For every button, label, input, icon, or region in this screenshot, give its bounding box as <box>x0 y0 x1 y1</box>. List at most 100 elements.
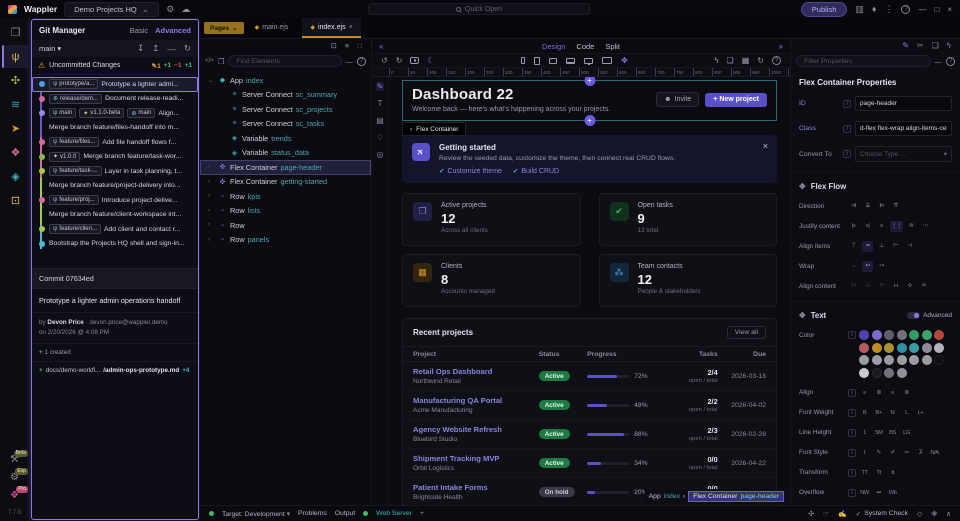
color-swatch[interactable] <box>859 330 869 340</box>
device-tablet-portrait-icon[interactable] <box>534 57 540 65</box>
selection-label[interactable]: ‹ Flex Container <box>402 122 466 136</box>
whats-new-icon[interactable]: ✍ <box>838 510 846 518</box>
color-swatch[interactable] <box>884 368 894 378</box>
screenshot-icon[interactable] <box>410 57 419 64</box>
chevron-icon[interactable]: › <box>208 179 214 185</box>
property-option-button[interactable]: 1 <box>859 427 870 438</box>
git-mode-basic[interactable]: Basic <box>130 26 148 35</box>
property-option-button[interactable]: ≡ <box>887 387 898 398</box>
property-option-button[interactable]: SM <box>873 427 884 438</box>
device-phone-icon[interactable] <box>521 57 525 64</box>
minimize-button[interactable]: — <box>918 5 926 14</box>
ref-badge[interactable]: ψ main <box>49 108 76 118</box>
kebab-menu-icon[interactable]: ⋮ <box>884 5 893 14</box>
property-option-button[interactable]: ⊤ <box>848 241 859 252</box>
commit-row[interactable]: ψ prototype/a... Prototype a lighter adm… <box>32 77 198 92</box>
changed-file-row[interactable]: + docs/demo-workfl... /admin-ops-prototy… <box>32 362 198 379</box>
ref-badge[interactable]: ψ feature/proj... <box>49 195 99 205</box>
project-link[interactable]: Agency Website Refresh <box>413 425 539 434</box>
invite-button[interactable]: ☻ Invite <box>656 92 699 107</box>
breadcrumb-selected[interactable]: Flex Container page-header <box>688 491 784 502</box>
connections-icon[interactable]: ✣ <box>808 510 814 518</box>
ai-assistant-icon[interactable]: ⊡ <box>331 41 337 50</box>
commit-row[interactable]: ψ feature/clien... Add client and contac… <box>32 222 198 237</box>
property-option-button[interactable]: ⊥ <box>876 241 887 252</box>
device-desktop-icon[interactable] <box>584 58 593 64</box>
collapse-right-icon[interactable]: » <box>779 42 783 51</box>
property-option-button[interactable]: ≡ <box>876 221 887 232</box>
rail-item-icon[interactable]: ⊡ <box>2 189 28 212</box>
rail-item-icon[interactable]: ❐ <box>2 21 28 44</box>
color-swatch[interactable] <box>922 355 932 365</box>
project-link[interactable]: Shipment Tracking MVP <box>413 454 539 463</box>
cut-icon[interactable]: ✂ <box>917 41 924 50</box>
spacing-icon[interactable]: ▤ <box>376 116 384 125</box>
property-option-button[interactable]: N <box>887 407 898 418</box>
rail-bottom-icon[interactable]: ❖ Pro <box>10 490 19 501</box>
color-swatch[interactable] <box>884 330 894 340</box>
chevron-icon[interactable]: › <box>208 222 214 228</box>
visibility-icon[interactable]: ◎ <box>377 150 384 159</box>
property-option-button[interactable]: ↪ <box>876 261 887 272</box>
property-option-button[interactable]: ≍ <box>862 241 873 252</box>
feedback-icon[interactable]: ☞ <box>823 510 829 518</box>
rail-item-icon[interactable]: ✣ <box>2 69 28 92</box>
toggle-switch[interactable] <box>907 312 920 319</box>
clear-icon[interactable]: — <box>346 57 354 66</box>
share-icon[interactable]: ❏ <box>727 56 734 65</box>
dom-tree-icon[interactable]: ∷ <box>357 41 362 50</box>
getting-started-link[interactable]: ✔ Build CRUD <box>513 167 559 175</box>
tree-item[interactable]: ◈ Variable status_data <box>200 146 371 161</box>
target-selector[interactable]: Target: Development ▾ <box>222 510 290 518</box>
help-icon[interactable]: ? <box>772 56 781 65</box>
close-button[interactable]: × <box>947 5 952 14</box>
close-icon[interactable]: × <box>763 141 768 151</box>
breadcrumb-index[interactable]: index <box>664 493 680 500</box>
property-option-button[interactable]: ∷ <box>848 281 859 292</box>
tree-item[interactable]: ≡ Server Connect sc_summary <box>200 88 371 103</box>
view-mode-tab[interactable]: Design <box>542 42 565 51</box>
color-swatch[interactable] <box>872 355 882 365</box>
output-tab[interactable]: Output <box>335 510 355 517</box>
property-option-button[interactable]: NW <box>859 487 870 498</box>
rail-item-icon[interactable]: ➤ <box>2 117 28 140</box>
typography-icon[interactable]: T <box>378 99 383 108</box>
commit-row[interactable]: Merge branch feature/files-handoff into … <box>32 121 198 136</box>
breadcrumb-app[interactable]: App <box>649 493 661 500</box>
property-option-button[interactable]: ∴ <box>862 281 873 292</box>
property-option-button[interactable]: ≣ <box>873 387 884 398</box>
property-option-button[interactable]: ≏ <box>918 281 929 292</box>
ref-badge[interactable]: ⊕ main <box>127 108 155 118</box>
pages-selector[interactable]: Pages⌄ <box>204 22 244 34</box>
properties-tab-icon[interactable]: ✎ <box>902 41 909 50</box>
more-icon[interactable]: — <box>167 44 176 54</box>
chevron-icon[interactable]: › <box>208 237 214 243</box>
property-option-button[interactable]: ✎ <box>873 447 884 458</box>
rail-item-icon[interactable]: ≋ <box>2 93 28 116</box>
ref-badge[interactable]: ✦ v1.1.0-beta <box>79 108 124 118</box>
color-swatch[interactable] <box>859 355 869 365</box>
color-swatch[interactable] <box>934 343 944 353</box>
color-swatch[interactable] <box>897 330 907 340</box>
property-option-button[interactable]: ••• <box>873 487 884 498</box>
tree-item[interactable]: › ✜ Flex Container getting-started <box>200 175 371 190</box>
rail-bottom-icon[interactable]: ⚒ Beta <box>10 454 19 465</box>
collapse-left-icon[interactable]: « <box>379 42 383 51</box>
chevron-icon[interactable]: ⌄ <box>208 77 214 84</box>
tree-item[interactable]: › ∙∙∙ Row <box>200 218 371 233</box>
security-icon[interactable]: ✙ <box>931 510 937 518</box>
view-mode-tab[interactable]: Split <box>605 42 620 51</box>
view-mode-tab[interactable]: Code <box>576 42 594 51</box>
tree-item[interactable]: › ∙∙∙ Row lists <box>200 204 371 219</box>
project-selector[interactable]: Demo Projects HQ ⌄ <box>64 2 159 17</box>
free-resize-icon[interactable]: ✥ <box>621 56 628 65</box>
add-element-above-button[interactable]: + <box>584 77 595 86</box>
new-project-button[interactable]: + New project <box>705 93 767 107</box>
tree-item[interactable]: › ✜ Flex Container page-header <box>200 160 371 175</box>
cloud-sync-icon[interactable]: ☁ <box>181 5 190 14</box>
property-option-button[interactable]: ⇊ <box>862 201 873 212</box>
color-swatch[interactable] <box>922 343 932 353</box>
commit-row[interactable]: Bootstrap the Projects HQ shell and sign… <box>32 237 198 252</box>
property-option-button[interactable]: ⊼ <box>915 447 926 458</box>
redo-icon[interactable]: ↻ <box>396 56 403 65</box>
